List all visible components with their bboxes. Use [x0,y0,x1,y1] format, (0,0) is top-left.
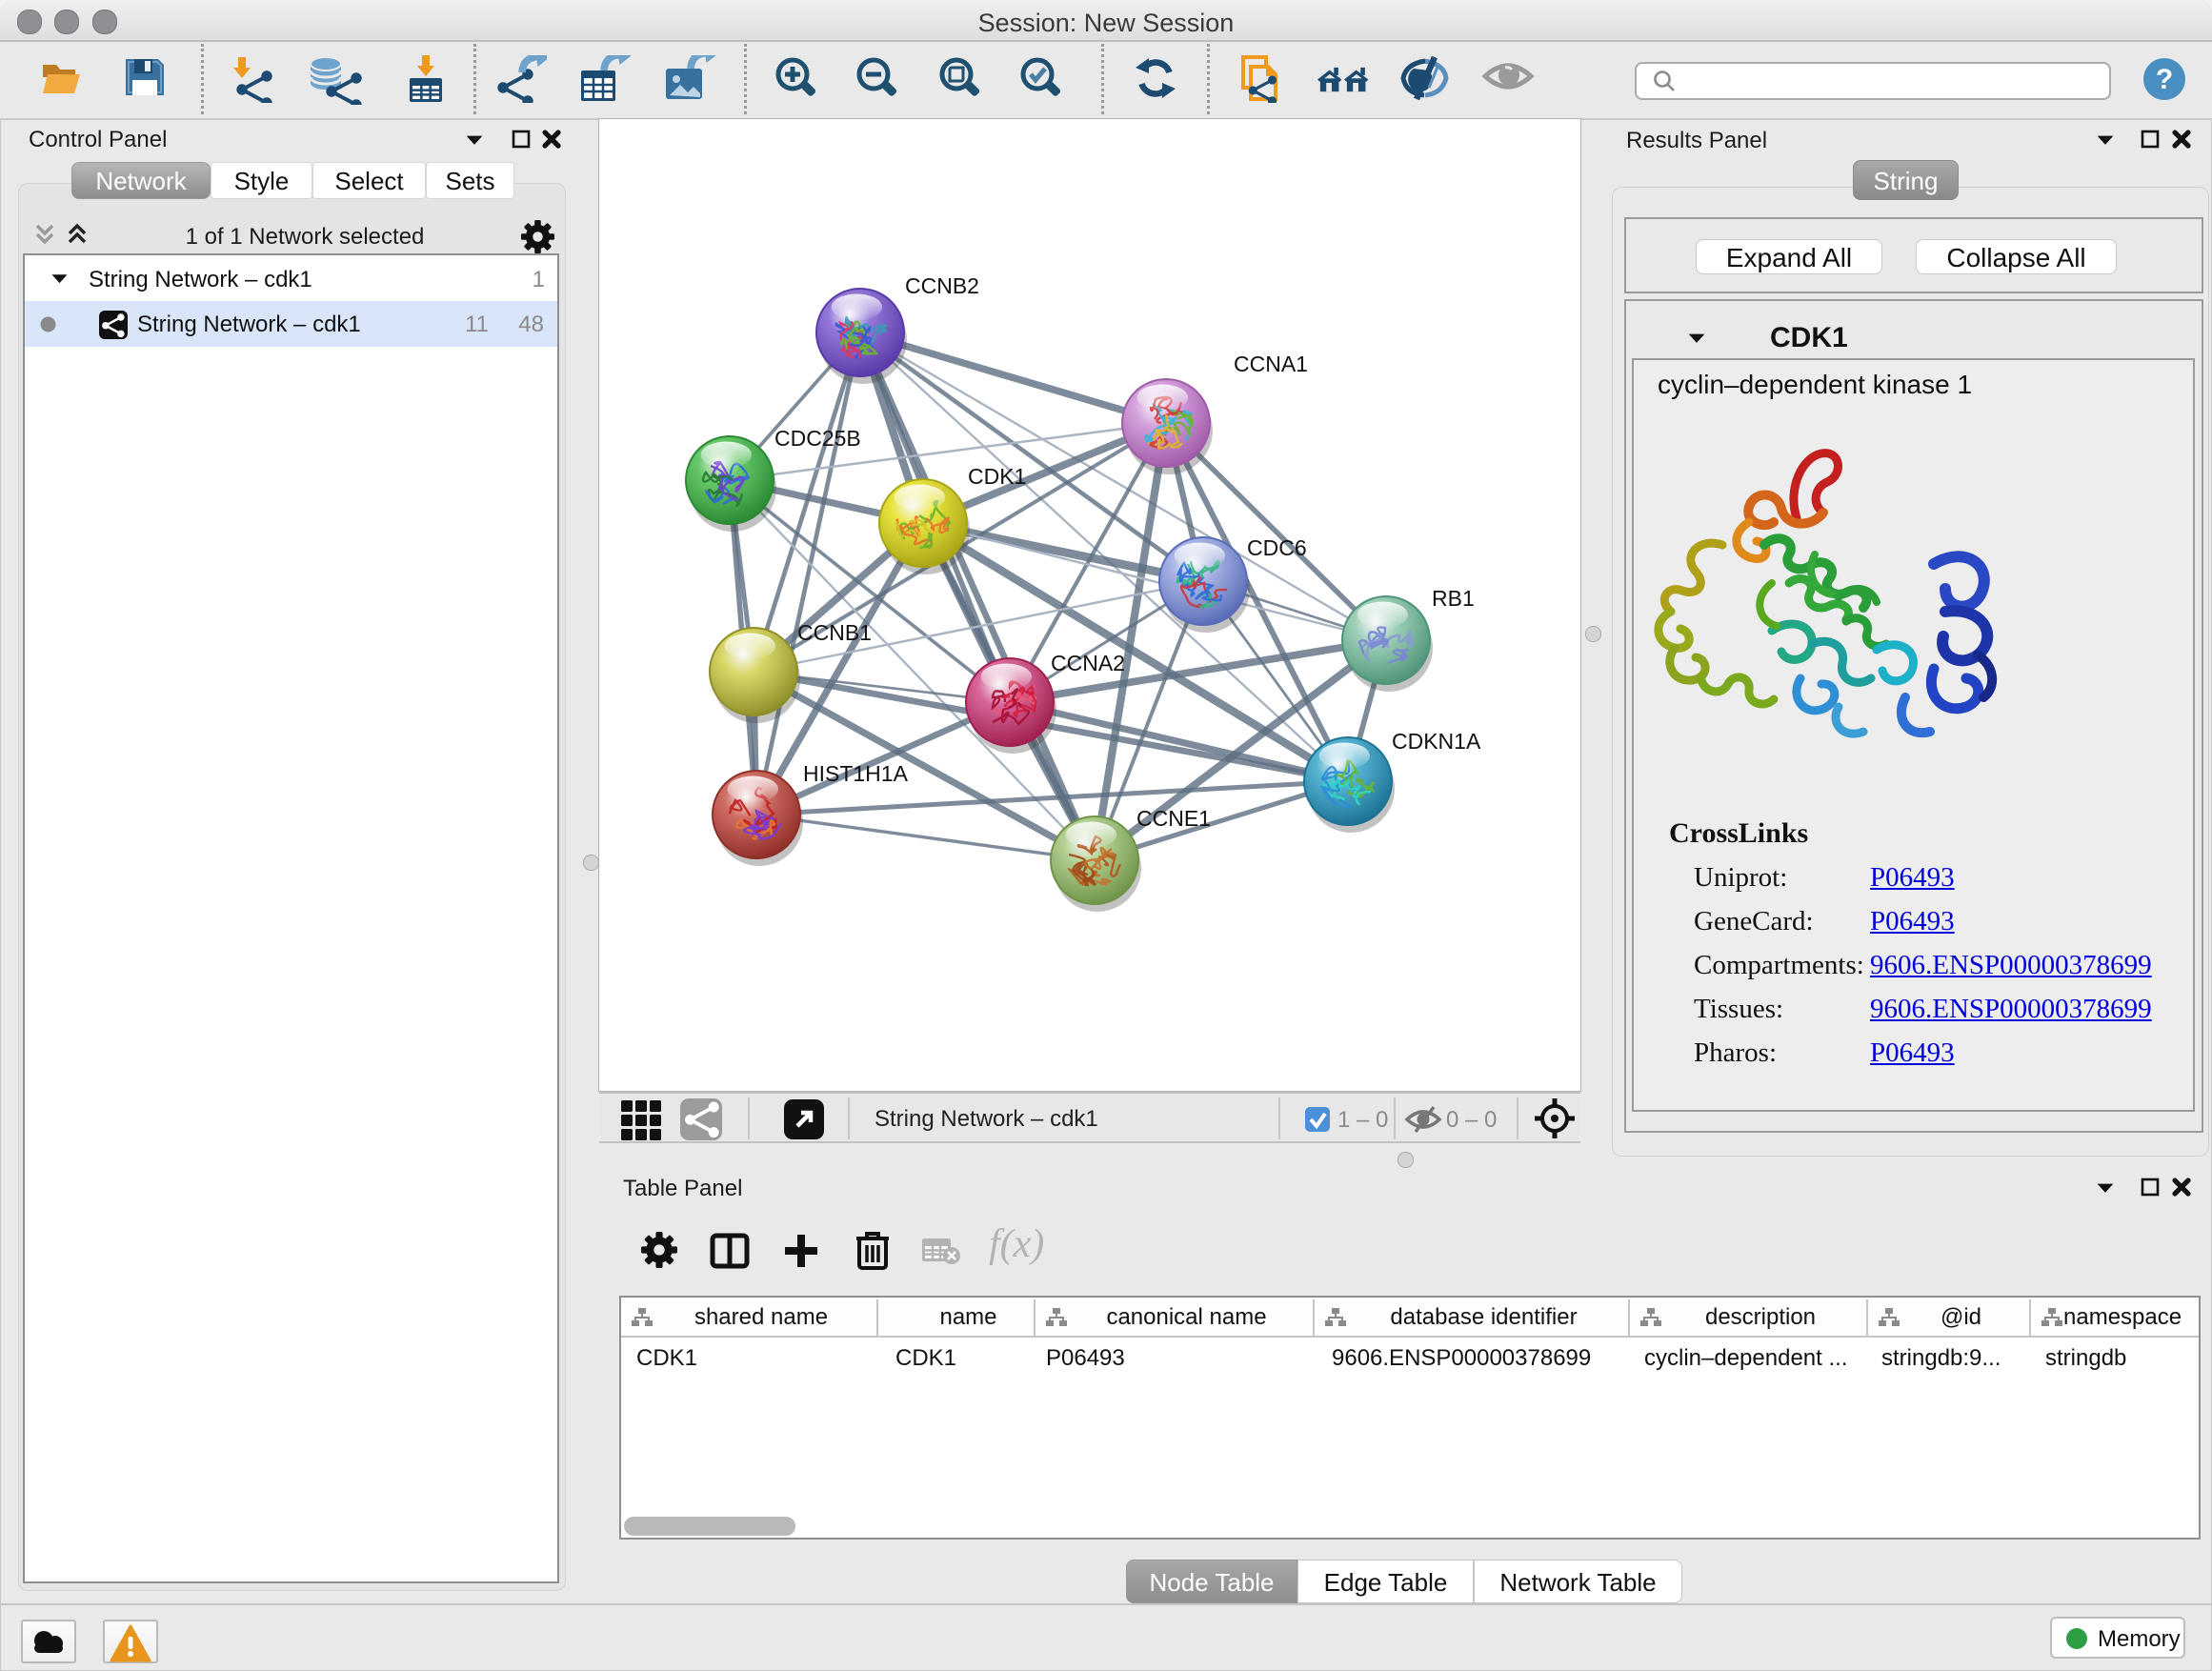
svg-text:CDC25B: CDC25B [774,426,861,451]
svg-text:CDK1: CDK1 [968,464,1026,489]
svg-text:CCNA2: CCNA2 [1051,651,1125,675]
svg-text:CCNB1: CCNB1 [797,620,872,645]
svg-text:?: ? [2156,64,2173,95]
svg-text:CCNB2: CCNB2 [905,273,979,298]
svg-text:RB1: RB1 [1432,586,1475,611]
svg-text:CCNA1: CCNA1 [1234,352,1308,376]
svg-text:CDKN1A: CDKN1A [1392,729,1481,754]
svg-text:HIST1H1A: HIST1H1A [803,761,909,786]
svg-text:CCNE1: CCNE1 [1136,806,1211,831]
svg-text:CDC6: CDC6 [1247,535,1307,560]
